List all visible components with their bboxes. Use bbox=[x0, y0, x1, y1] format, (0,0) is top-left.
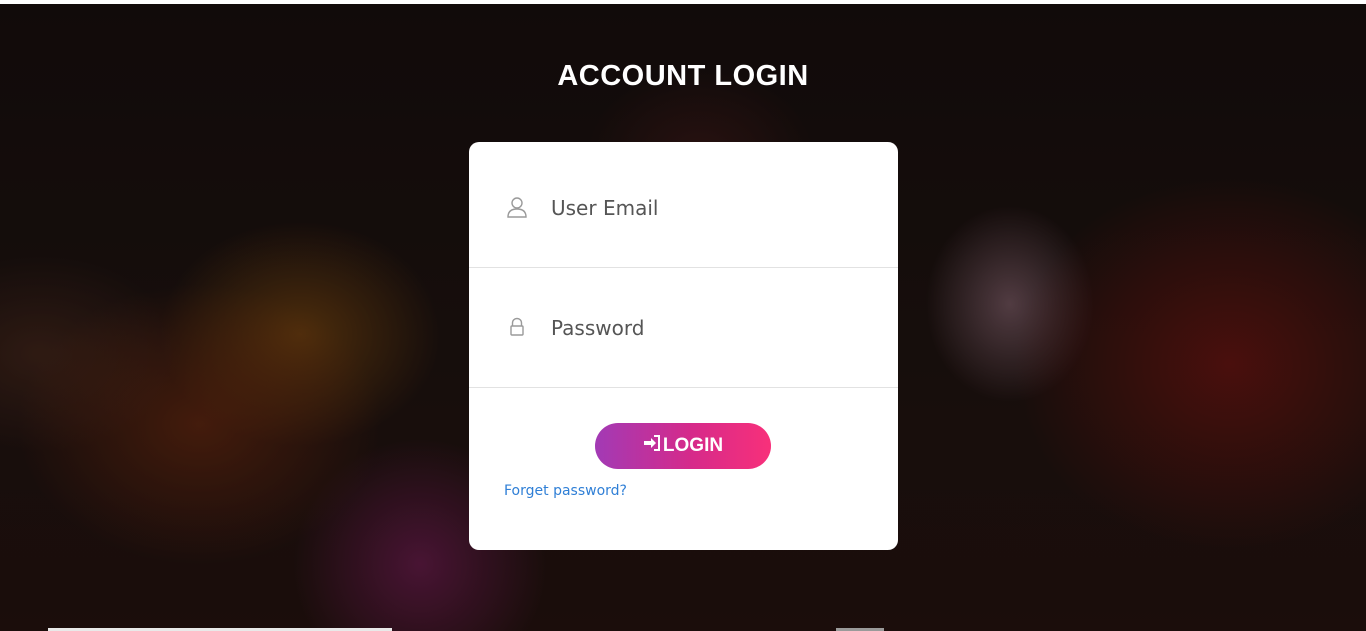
email-field-row bbox=[469, 148, 898, 268]
login-button[interactable]: LOGIN bbox=[595, 423, 771, 469]
login-card: LOGIN Forget password? bbox=[469, 142, 898, 550]
sign-in-icon bbox=[643, 434, 661, 458]
page-title: ACCOUNT LOGIN bbox=[557, 60, 809, 92]
password-input[interactable] bbox=[551, 308, 851, 348]
user-icon bbox=[506, 196, 528, 220]
login-button-label: LOGIN bbox=[662, 435, 724, 456]
email-input[interactable] bbox=[551, 188, 851, 228]
lock-icon bbox=[506, 316, 528, 340]
password-field-row bbox=[469, 268, 898, 388]
forgot-password-link[interactable]: Forget password? bbox=[504, 483, 627, 499]
